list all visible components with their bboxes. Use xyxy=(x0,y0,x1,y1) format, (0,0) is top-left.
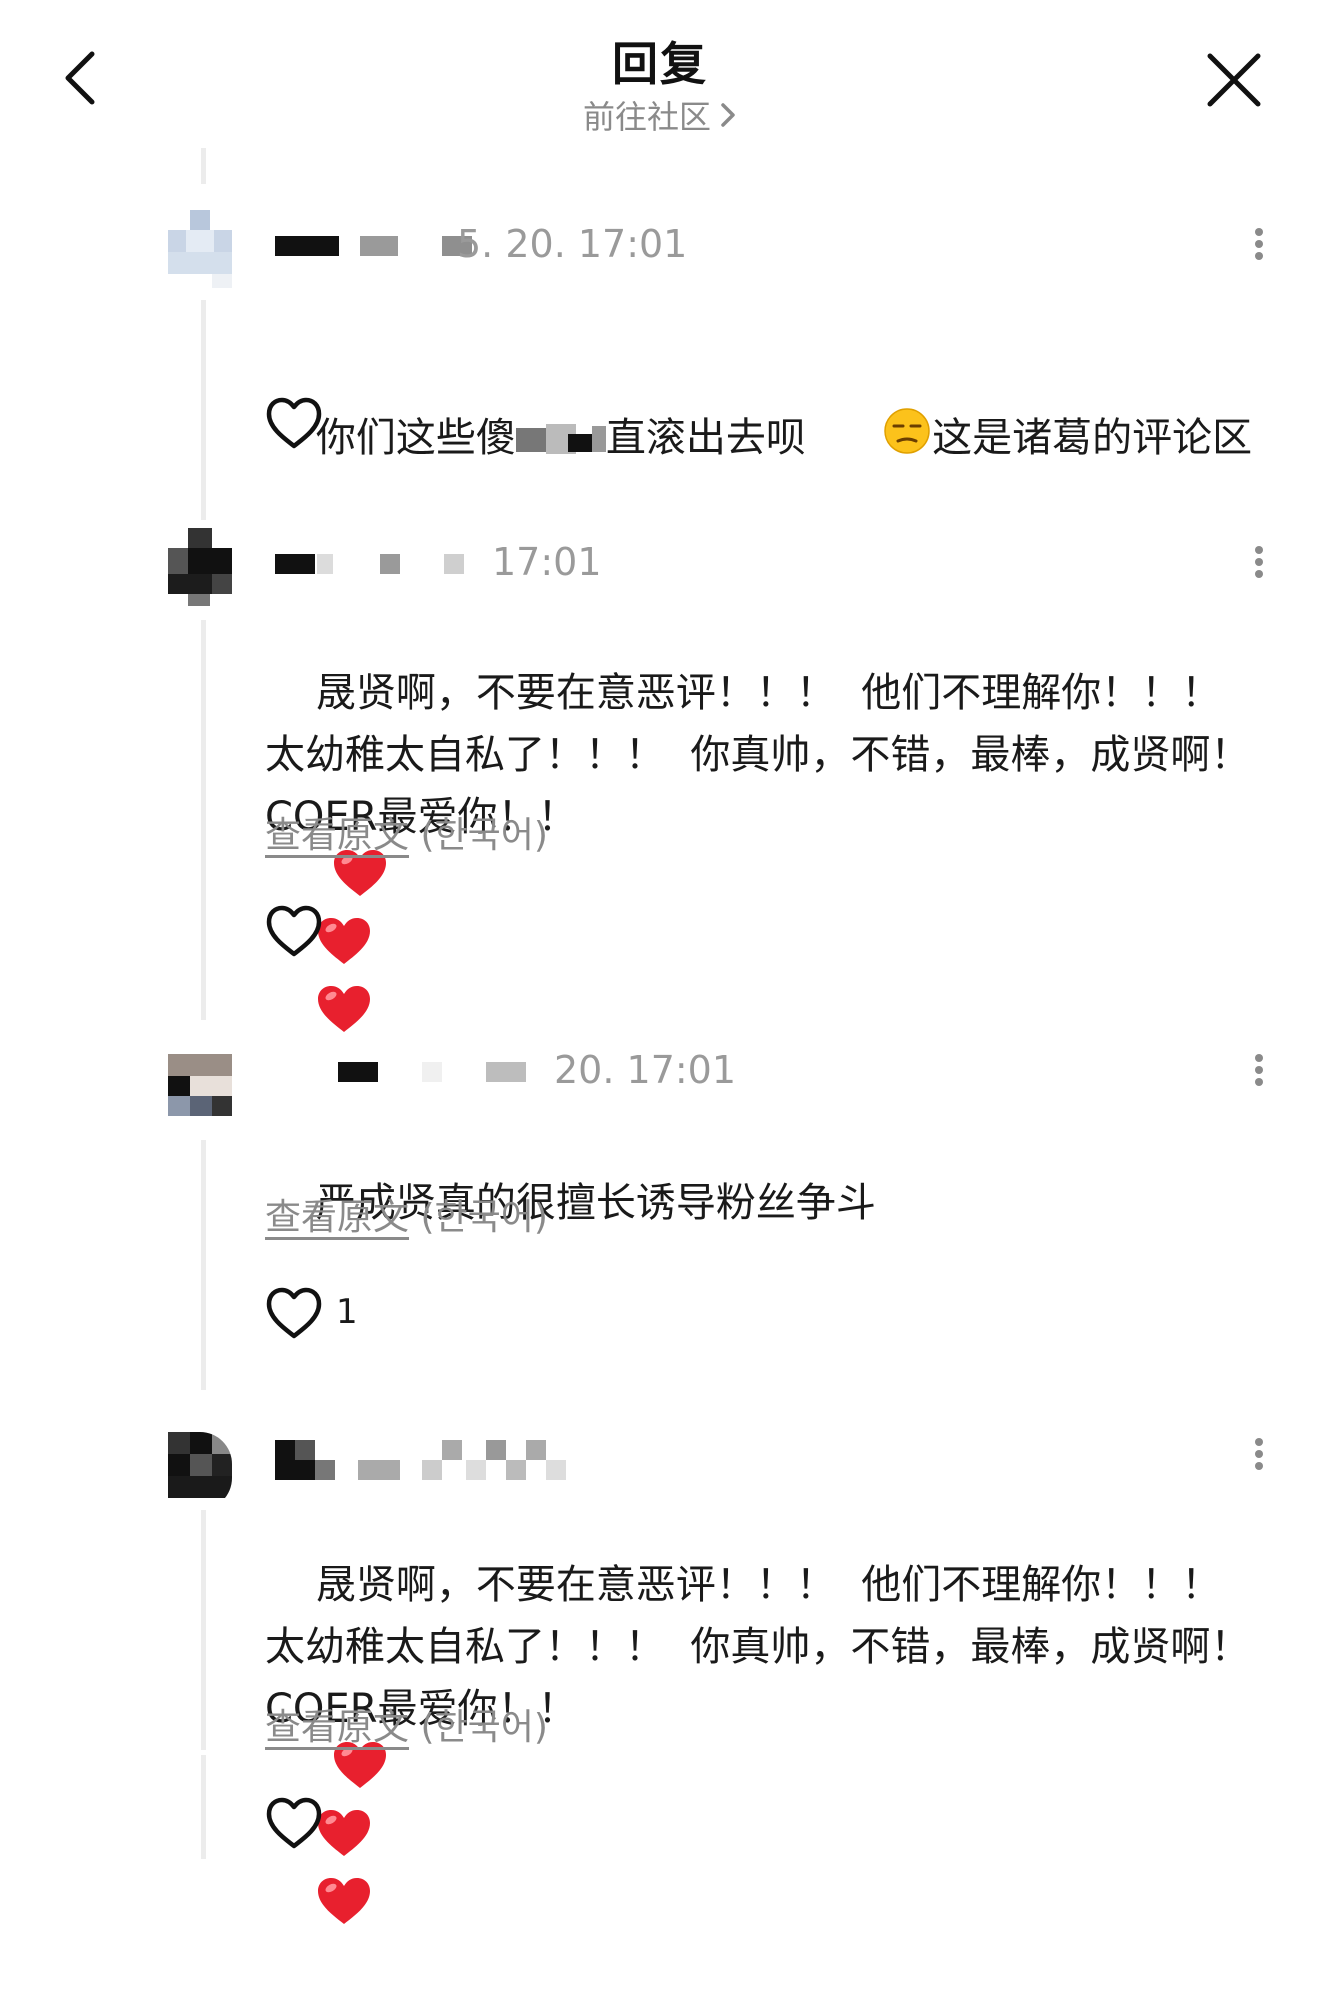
original-language-label: (한국어) xyxy=(420,1197,548,1238)
heart-outline-icon xyxy=(266,1287,322,1339)
like-button[interactable] xyxy=(265,1286,325,1342)
thread-line xyxy=(201,1510,206,1750)
like-button[interactable] xyxy=(265,1796,325,1852)
avatar[interactable] xyxy=(168,1432,232,1510)
more-dot-icon xyxy=(1255,1054,1263,1062)
redacted-username xyxy=(506,1460,526,1480)
translate-row: 查看原文 (한국어) xyxy=(265,1698,548,1750)
redacted-username xyxy=(315,1460,335,1480)
redacted-username xyxy=(275,1440,295,1460)
redacted-username xyxy=(442,1440,462,1460)
top-bar: 回复 前往社区 xyxy=(0,0,1320,140)
redacted-username xyxy=(526,1440,546,1460)
original-language-label: (한국어) xyxy=(420,815,548,856)
redacted-username xyxy=(295,1440,315,1460)
comment-meta: 17:01 xyxy=(272,540,1172,586)
redacted-username xyxy=(380,554,400,574)
close-icon xyxy=(1207,53,1261,107)
unamused-face-emoji xyxy=(806,344,932,536)
more-options-button[interactable] xyxy=(1244,1050,1274,1098)
redacted-username xyxy=(422,1460,442,1480)
thread-line xyxy=(201,620,206,1020)
redacted-username xyxy=(360,236,398,256)
view-original-link[interactable]: 查看原文 xyxy=(265,815,409,856)
more-dot-icon xyxy=(1255,546,1263,554)
heart-outline-icon xyxy=(266,397,322,449)
view-original-link[interactable]: 查看原文 xyxy=(265,1707,409,1748)
avatar[interactable] xyxy=(168,210,232,288)
redacted-username xyxy=(317,554,333,574)
more-options-button[interactable] xyxy=(1244,1434,1274,1482)
heart-outline-icon xyxy=(266,905,322,957)
comment-text-part: 直滚出去呗 xyxy=(605,415,806,461)
thread-line xyxy=(201,1755,206,1859)
thread-line xyxy=(201,148,206,184)
thread-line xyxy=(201,1140,206,1390)
heart-outline-icon xyxy=(266,1797,322,1849)
comment-meta: 5. 20. 17:01 xyxy=(272,222,1172,268)
more-options-button[interactable] xyxy=(1244,224,1274,272)
red-heart-emoji xyxy=(316,984,372,1052)
page-title: 回复 xyxy=(612,37,708,91)
comment-time: 5. 20. 17:01 xyxy=(457,222,688,266)
redacted-text xyxy=(515,420,606,460)
view-original-link[interactable]: 查看原文 xyxy=(265,1197,409,1238)
redacted-username xyxy=(358,1460,400,1480)
redacted-date xyxy=(486,1062,526,1082)
like-count: 1 xyxy=(336,1292,358,1332)
avatar[interactable] xyxy=(168,528,232,606)
comment-time: 20. 17:01 xyxy=(554,1048,737,1092)
redacted-username xyxy=(486,1440,506,1460)
redacted-username xyxy=(466,1460,486,1480)
close-button[interactable] xyxy=(1204,50,1264,110)
go-to-community-link[interactable]: 前往社区 xyxy=(0,92,1320,138)
redacted-username xyxy=(338,1062,378,1082)
comment-text-part: 你们这些傻 xyxy=(315,415,516,461)
more-dot-icon xyxy=(1255,1438,1263,1446)
translate-row: 查看原文 (한국어) xyxy=(265,806,548,858)
more-dot-icon xyxy=(1255,228,1263,236)
thread-line xyxy=(201,300,206,520)
chevron-right-icon xyxy=(719,100,737,138)
original-language-label: (한국어) xyxy=(420,1707,548,1748)
redacted-date xyxy=(444,554,464,574)
redacted-username xyxy=(422,1062,442,1082)
redacted-username xyxy=(275,236,339,256)
more-options-button[interactable] xyxy=(1244,542,1274,590)
comment-meta: 20. 17:01 xyxy=(272,1048,1172,1094)
like-button[interactable] xyxy=(265,396,325,452)
redacted-username xyxy=(275,1460,315,1480)
redacted-username xyxy=(275,554,315,574)
like-button[interactable] xyxy=(265,904,325,960)
avatar[interactable] xyxy=(168,1054,232,1132)
redacted-username xyxy=(546,1460,566,1480)
red-heart-emoji xyxy=(332,848,388,916)
red-heart-emoji xyxy=(316,1876,372,1944)
comment-time: 17:01 xyxy=(492,540,602,584)
comment-text-part: 这是诸葛的评论区 xyxy=(932,415,1253,461)
translate-row: 查看原文 (한국어) xyxy=(265,1188,548,1240)
comment-meta xyxy=(272,1440,1172,1480)
red-heart-emoji xyxy=(332,1740,388,1808)
community-link-label: 前往社区 xyxy=(582,98,711,136)
